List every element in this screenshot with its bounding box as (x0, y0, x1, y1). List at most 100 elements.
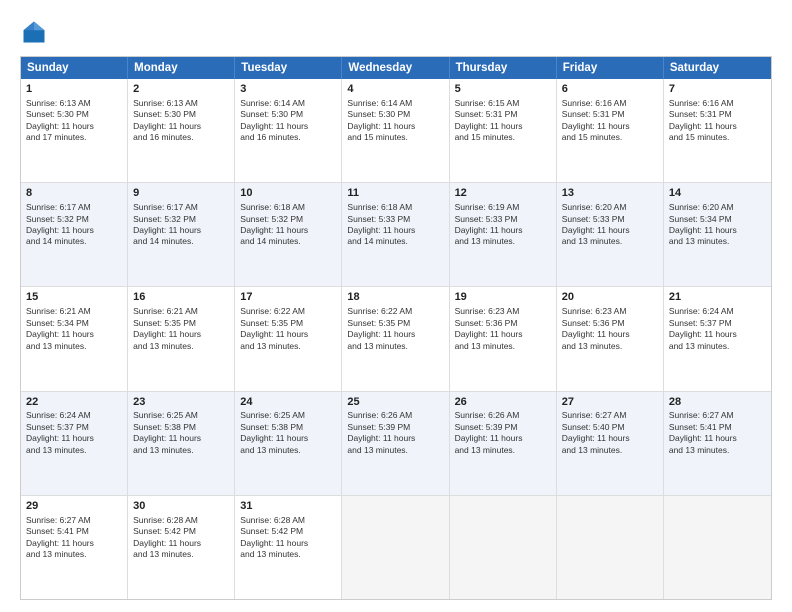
day-info: Daylight: 11 hours (669, 329, 737, 339)
day-info: Sunrise: 6:13 AM (133, 98, 198, 108)
day-cell-31: 31Sunrise: 6:28 AMSunset: 5:42 PM Dayligh… (235, 496, 342, 599)
day-cell-2: 2Sunrise: 6:13 AMSunset: 5:30 PMDaylight… (128, 79, 235, 182)
day-info: Sunset: 5:31 PM (669, 109, 732, 119)
day-info: and 14 minutes. (240, 236, 300, 246)
day-cell-1: 1Sunrise: 6:13 AMSunset: 5:30 PMDaylight… (21, 79, 128, 182)
day-info: and 13 minutes. (240, 549, 300, 559)
day-info: and 14 minutes. (347, 236, 407, 246)
day-cell-23: 23Sunrise: 6:25 AMSunset: 5:38 PMDayligh… (128, 392, 235, 495)
day-info: Daylight: 11 hours (347, 225, 415, 235)
day-info: Sunrise: 6:18 AM (240, 202, 305, 212)
day-cell-8: 8Sunrise: 6:17 AMSunset: 5:32 PMDaylight… (21, 183, 128, 286)
day-number: 19 (455, 290, 551, 305)
day-number: 25 (347, 395, 443, 410)
day-cell-12: 12Sunrise: 6:19 AMSunset: 5:33 PMDayligh… (450, 183, 557, 286)
day-number: 2 (133, 82, 229, 97)
day-info: and 13 minutes. (562, 341, 622, 351)
day-info: and 17 minutes. (26, 132, 86, 142)
day-info: and 13 minutes. (26, 445, 86, 455)
day-number: 1 (26, 82, 122, 97)
day-number: 27 (562, 395, 658, 410)
day-cell-16: 16Sunrise: 6:21 AMSunset: 5:35 PMDayligh… (128, 287, 235, 390)
day-info: Daylight: 11 hours (240, 538, 308, 548)
day-info: Sunset: 5:38 PM (240, 422, 303, 432)
day-info: Daylight: 11 hours (669, 433, 737, 443)
day-info: Daylight: 11 hours (240, 433, 308, 443)
day-cell-20: 20Sunrise: 6:23 AMSunset: 5:36 PMDayligh… (557, 287, 664, 390)
day-info: and 16 minutes. (133, 132, 193, 142)
day-info: Daylight: 11 hours (133, 329, 201, 339)
day-info: Sunrise: 6:24 AM (26, 410, 91, 420)
day-number: 24 (240, 395, 336, 410)
day-info: Sunrise: 6:19 AM (455, 202, 520, 212)
day-cell-4: 4Sunrise: 6:14 AMSunset: 5:30 PMDaylight… (342, 79, 449, 182)
day-info: Sunset: 5:31 PM (455, 109, 518, 119)
day-cell-29: 29Sunrise: 6:27 AMSunset: 5:41 PMDayligh… (21, 496, 128, 599)
day-number: 14 (669, 186, 766, 201)
day-info: and 13 minutes. (455, 445, 515, 455)
day-info: Sunrise: 6:21 AM (133, 306, 198, 316)
day-info: and 13 minutes. (455, 341, 515, 351)
day-info: Sunrise: 6:22 AM (347, 306, 412, 316)
day-info: Daylight: 11 hours (455, 225, 523, 235)
empty-cell (664, 496, 771, 599)
header-day-friday: Friday (557, 57, 664, 79)
day-number: 15 (26, 290, 122, 305)
day-number: 5 (455, 82, 551, 97)
day-cell-22: 22Sunrise: 6:24 AMSunset: 5:37 PMDayligh… (21, 392, 128, 495)
day-cell-28: 28Sunrise: 6:27 AMSunset: 5:41 PMDayligh… (664, 392, 771, 495)
day-info: Daylight: 11 hours (133, 433, 201, 443)
day-info: Sunset: 5:30 PM (347, 109, 410, 119)
day-info: Daylight: 11 hours (26, 433, 94, 443)
day-cell-27: 27Sunrise: 6:27 AMSunset: 5:40 PMDayligh… (557, 392, 664, 495)
day-number: 31 (240, 499, 336, 514)
calendar-header-row: SundayMondayTuesdayWednesdayThursdayFrid… (21, 57, 771, 79)
day-cell-18: 18Sunrise: 6:22 AMSunset: 5:35 PMDayligh… (342, 287, 449, 390)
day-number: 7 (669, 82, 766, 97)
logo (20, 18, 52, 46)
day-info: Sunrise: 6:20 AM (562, 202, 627, 212)
day-info: and 16 minutes. (240, 132, 300, 142)
day-info: Sunset: 5:42 PM (240, 526, 303, 536)
day-number: 11 (347, 186, 443, 201)
day-info: Sunrise: 6:13 AM (26, 98, 91, 108)
day-info: Sunset: 5:30 PM (240, 109, 303, 119)
day-info: Daylight: 11 hours (347, 433, 415, 443)
day-info: Sunrise: 6:28 AM (240, 515, 305, 525)
calendar: SundayMondayTuesdayWednesdayThursdayFrid… (20, 56, 772, 600)
day-info: Daylight: 11 hours (26, 329, 94, 339)
day-info: and 14 minutes. (133, 236, 193, 246)
calendar-week-4: 22Sunrise: 6:24 AMSunset: 5:37 PMDayligh… (21, 392, 771, 496)
day-info: and 13 minutes. (240, 445, 300, 455)
generalblue-logo-icon (20, 18, 48, 46)
day-info: Daylight: 11 hours (455, 433, 523, 443)
day-info: Sunset: 5:41 PM (26, 526, 89, 536)
day-number: 16 (133, 290, 229, 305)
day-info: Sunrise: 6:23 AM (562, 306, 627, 316)
day-info: Daylight: 11 hours (562, 329, 630, 339)
day-info: Sunset: 5:42 PM (133, 526, 196, 536)
day-cell-11: 11Sunrise: 6:18 AMSunset: 5:33 PMDayligh… (342, 183, 449, 286)
day-info: Sunset: 5:36 PM (455, 318, 518, 328)
day-info: Sunrise: 6:26 AM (347, 410, 412, 420)
day-info: Sunrise: 6:27 AM (26, 515, 91, 525)
header-day-sunday: Sunday (21, 57, 128, 79)
day-info: Sunset: 5:30 PM (26, 109, 89, 119)
day-info: Sunrise: 6:21 AM (26, 306, 91, 316)
day-info: Sunset: 5:34 PM (669, 214, 732, 224)
day-number: 18 (347, 290, 443, 305)
day-info: and 15 minutes. (455, 132, 515, 142)
day-info: Sunrise: 6:16 AM (669, 98, 734, 108)
day-info: and 13 minutes. (562, 236, 622, 246)
day-cell-26: 26Sunrise: 6:26 AMSunset: 5:39 PMDayligh… (450, 392, 557, 495)
day-number: 9 (133, 186, 229, 201)
day-info: Sunrise: 6:14 AM (240, 98, 305, 108)
day-info: Sunrise: 6:26 AM (455, 410, 520, 420)
day-info: Sunset: 5:33 PM (455, 214, 518, 224)
day-cell-3: 3Sunrise: 6:14 AMSunset: 5:30 PMDaylight… (235, 79, 342, 182)
day-info: Sunrise: 6:25 AM (133, 410, 198, 420)
day-info: Daylight: 11 hours (240, 225, 308, 235)
day-info: and 13 minutes. (455, 236, 515, 246)
day-cell-24: 24Sunrise: 6:25 AMSunset: 5:38 PMDayligh… (235, 392, 342, 495)
day-info: Daylight: 11 hours (133, 121, 201, 131)
